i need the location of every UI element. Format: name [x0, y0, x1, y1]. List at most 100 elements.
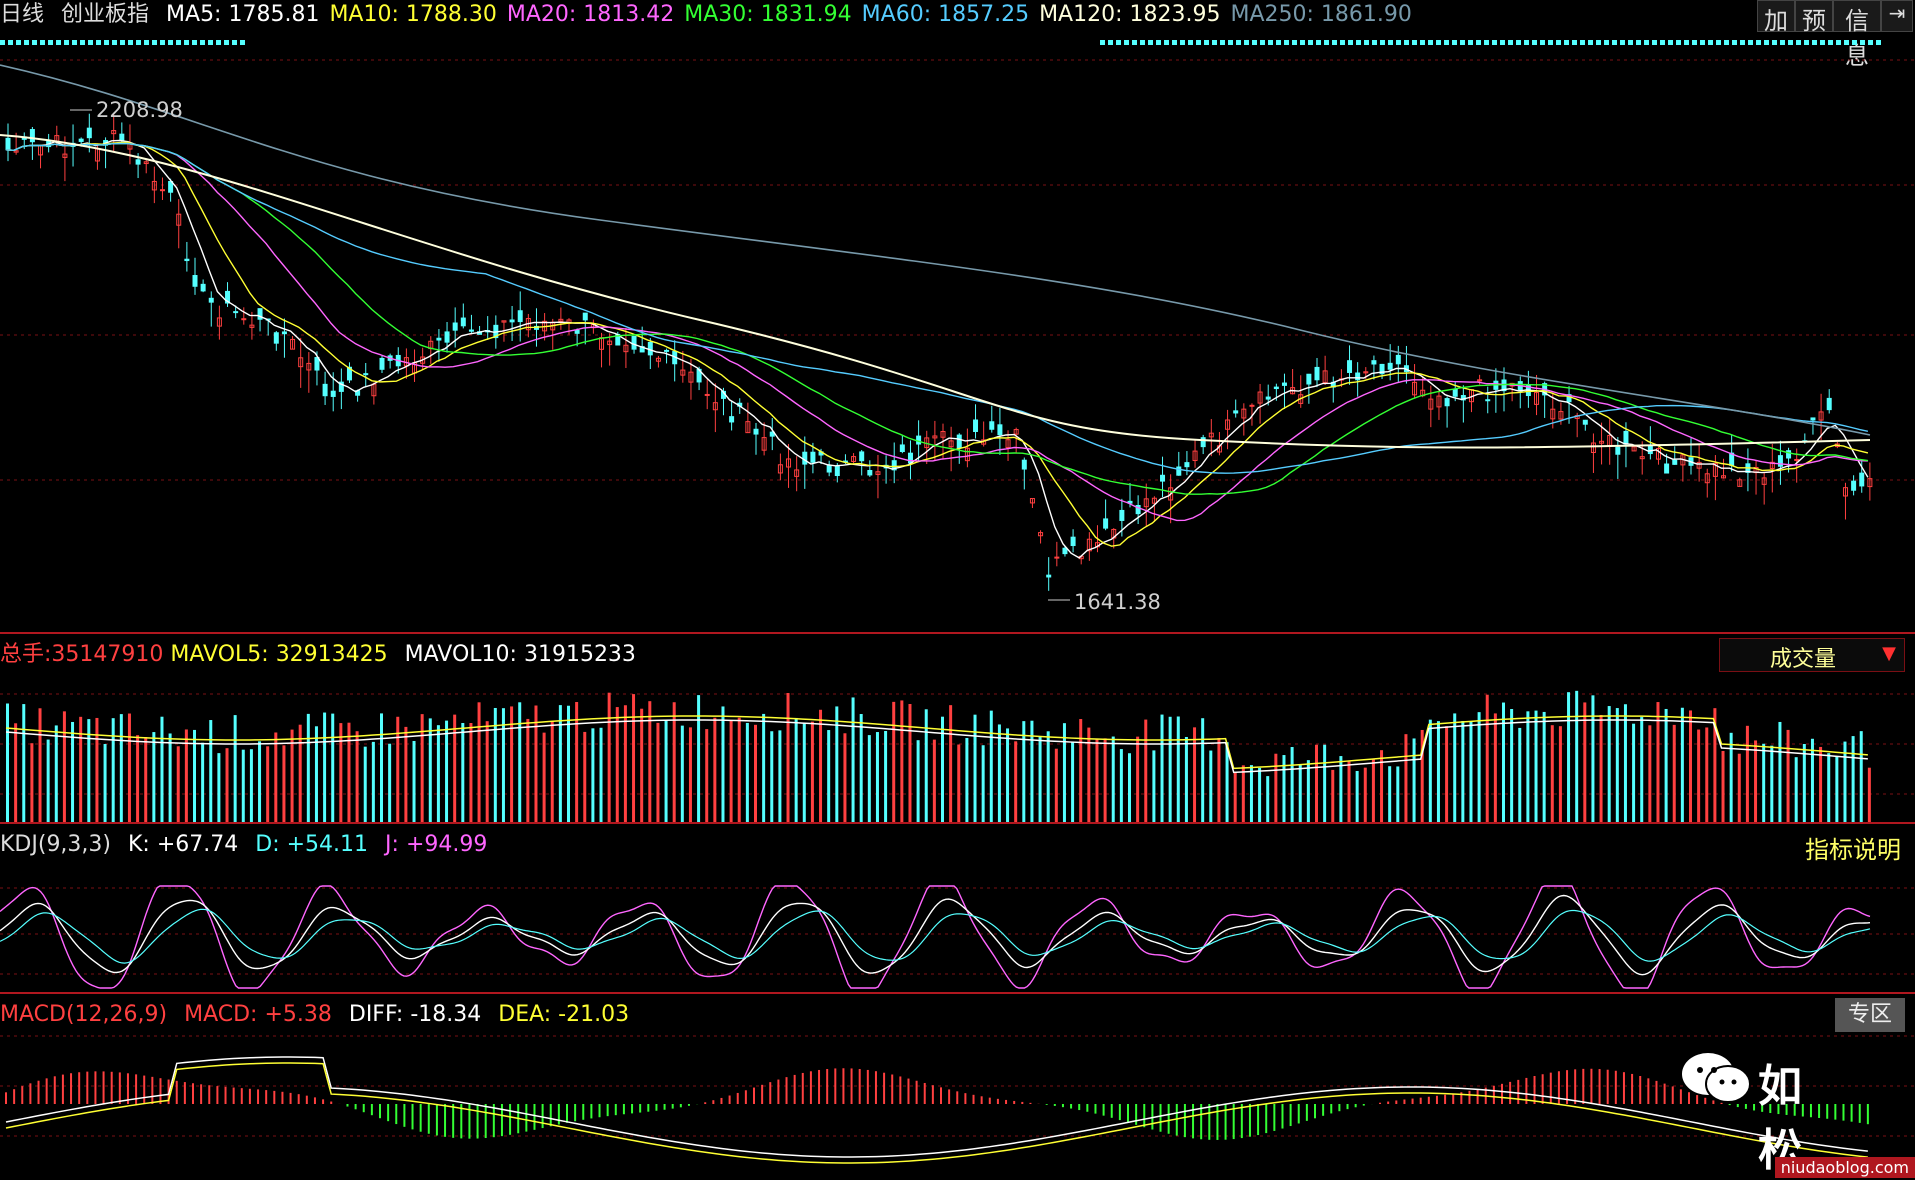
candle [363, 373, 369, 376]
candle [1347, 360, 1353, 373]
volume-bar [1380, 750, 1384, 822]
signal-dot [1436, 40, 1441, 45]
volume-bar [997, 724, 1001, 822]
signal-dot [1364, 40, 1369, 45]
volume-bar [1363, 767, 1367, 822]
signal-dot [1836, 40, 1841, 45]
volume-bar [1274, 753, 1278, 822]
volume-bar [266, 746, 270, 822]
volume-bar [1550, 725, 1554, 822]
volume-bar [1526, 711, 1530, 822]
indicator-selector[interactable]: 成交量 ▼ [1719, 638, 1905, 672]
volume-bar [1323, 744, 1327, 822]
candle [1249, 404, 1255, 407]
volume-bar [103, 743, 107, 822]
signal-dot [1796, 40, 1801, 45]
wechat-icon [1680, 1048, 1752, 1108]
volume-bar [1136, 736, 1140, 822]
macd-label: MACD: [184, 1002, 258, 1027]
volume-bar [111, 718, 115, 822]
j-label: J: [385, 832, 399, 857]
volume-bar [1762, 743, 1766, 822]
volume-bar [697, 695, 701, 822]
volume-bar [1567, 692, 1571, 822]
site-label: niudaoblog.com [1774, 1157, 1915, 1178]
signal-dot [24, 40, 29, 45]
price-chart[interactable] [0, 0, 1915, 632]
signal-dot [1444, 40, 1449, 45]
signal-dot [1620, 40, 1625, 45]
candle [135, 159, 141, 165]
candle [1054, 556, 1060, 559]
volume-bar [794, 717, 798, 822]
volume-bar [941, 716, 944, 822]
candle [989, 421, 995, 430]
diff-value: -18.34 [410, 1002, 482, 1027]
candle [1233, 410, 1239, 414]
signal-dot [1692, 40, 1697, 45]
candle [899, 444, 905, 453]
volume-bar [705, 729, 709, 822]
volume-bar [339, 723, 343, 822]
candle [119, 133, 125, 141]
ma-line-5 [5, 139, 1869, 559]
candle [1452, 388, 1458, 397]
candle [29, 129, 35, 143]
candle [1444, 398, 1450, 407]
signal-dot [1116, 40, 1121, 45]
candle [1103, 518, 1109, 529]
volume-bar [567, 705, 570, 822]
volume-bar [843, 733, 847, 822]
candle [1184, 462, 1190, 468]
volume-bar [201, 742, 205, 822]
volume-bar [453, 714, 457, 822]
signal-dot [64, 40, 69, 45]
volume-bar [656, 722, 660, 822]
volume-bar [1241, 765, 1245, 822]
volume-bar [859, 714, 863, 822]
volume-bar [1201, 718, 1205, 822]
signal-dot [1204, 40, 1209, 45]
dropdown-arrow-icon[interactable]: ▼ [1882, 643, 1896, 664]
signal-dot [1196, 40, 1201, 45]
signal-dot [1676, 40, 1681, 45]
signal-dot [56, 40, 61, 45]
candle [281, 331, 287, 335]
volume-bar [1542, 711, 1546, 822]
volume-bar [1867, 767, 1871, 822]
signal-dot [112, 40, 117, 45]
signal-dot [72, 40, 77, 45]
volume-bar [152, 732, 156, 822]
diff-label: DIFF: [348, 1002, 404, 1027]
volume-bar [136, 735, 140, 822]
signal-dot [1700, 40, 1705, 45]
volume-bar [1152, 750, 1156, 822]
candle [1851, 480, 1857, 491]
signal-dot [232, 40, 237, 45]
signal-dot [1860, 40, 1865, 45]
signal-dot [1276, 40, 1281, 45]
candle [1395, 354, 1401, 365]
volume-bar [176, 746, 180, 822]
volume-bar [306, 713, 310, 822]
diff-line [5, 1056, 1868, 1158]
signal-dot [1124, 40, 1129, 45]
signal-dot [96, 40, 101, 45]
volume-bar [160, 716, 164, 822]
volume-bar [916, 740, 920, 822]
volume-bar [217, 753, 221, 822]
volume-bar [119, 714, 123, 822]
volume-bar [1518, 727, 1522, 822]
signal-dot [1516, 40, 1521, 45]
volume-bar [900, 700, 904, 822]
candle [802, 451, 808, 465]
signal-dot [1324, 40, 1329, 45]
volume-bar [331, 713, 335, 822]
volume-bar [1266, 776, 1270, 822]
signal-dot [216, 40, 221, 45]
signal-dot [1868, 40, 1873, 45]
volume-bar [404, 726, 408, 822]
indicator-help-button[interactable]: 指标说明 [1805, 830, 1901, 865]
zone-button[interactable]: 专区 [1835, 998, 1905, 1032]
volume-bar [412, 740, 416, 822]
